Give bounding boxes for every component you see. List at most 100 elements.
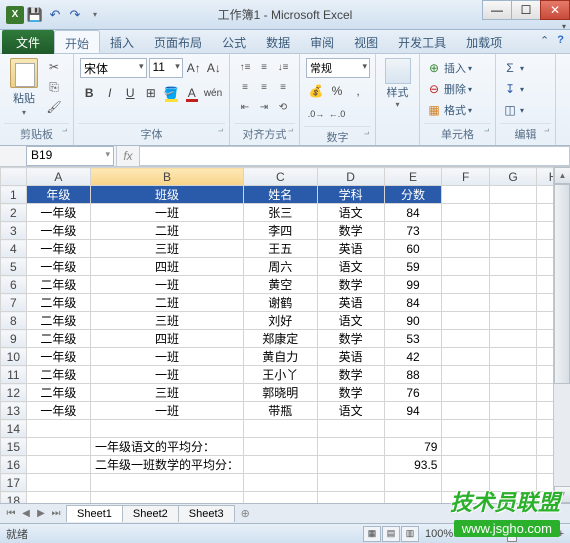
cell-E8[interactable]: 90 [384, 312, 442, 330]
sheet-tab-sheet1[interactable]: Sheet1 [66, 505, 123, 522]
row-header-5[interactable]: 5 [1, 258, 27, 276]
cell-G4[interactable] [489, 240, 536, 258]
cell-D9[interactable]: 数学 [317, 330, 384, 348]
qat-customize-icon[interactable]: ▾ [86, 6, 104, 24]
page-layout-icon[interactable]: ▤ [382, 526, 400, 542]
cell-F2[interactable] [442, 204, 489, 222]
col-header-E[interactable]: E [384, 168, 442, 186]
cell-G12[interactable] [489, 384, 536, 402]
row-header-8[interactable]: 8 [1, 312, 27, 330]
cell-F14[interactable] [442, 420, 489, 438]
cell-E1[interactable]: 分数 [384, 186, 442, 204]
col-header-B[interactable]: B [91, 168, 244, 186]
row-header-16[interactable]: 16 [1, 456, 27, 474]
cell-B17[interactable] [91, 474, 244, 492]
cell-C3[interactable]: 李四 [244, 222, 318, 240]
zoom-level[interactable]: 100% [425, 528, 453, 540]
row-header-13[interactable]: 13 [1, 402, 27, 420]
cell-D12[interactable]: 数学 [317, 384, 384, 402]
cell-E14[interactable] [384, 420, 442, 438]
cell-C2[interactable]: 张三 [244, 204, 318, 222]
cell-G16[interactable] [489, 456, 536, 474]
row-header-17[interactable]: 17 [1, 474, 27, 492]
cell-D4[interactable]: 英语 [317, 240, 384, 258]
cell-A17[interactable] [26, 474, 90, 492]
cell-D2[interactable]: 语文 [317, 204, 384, 222]
row-header-14[interactable]: 14 [1, 420, 27, 438]
cell-A4[interactable]: 一年级 [26, 240, 90, 258]
cell-C11[interactable]: 王小丫 [244, 366, 318, 384]
cell-G15[interactable] [489, 438, 536, 456]
increase-font-icon[interactable]: A↑ [185, 58, 203, 78]
underline-button[interactable]: U [121, 83, 140, 103]
scroll-up-icon[interactable]: ▲ [554, 167, 570, 184]
cell-F13[interactable] [442, 402, 489, 420]
cell-F6[interactable] [442, 276, 489, 294]
excel-icon[interactable]: X [6, 6, 24, 24]
cell-B16[interactable]: 二年级一班数学的平均分： [91, 456, 244, 474]
cell-A2[interactable]: 一年级 [26, 204, 90, 222]
cell-A14[interactable] [26, 420, 90, 438]
cell-D14[interactable] [317, 420, 384, 438]
ribbon-tab-4[interactable]: 数据 [256, 30, 300, 53]
format-painter-icon[interactable]: 🖌 [44, 98, 64, 116]
paste-button[interactable]: 粘贴 ▾ [6, 58, 42, 117]
sheet-first-icon[interactable]: ⏮ [4, 508, 18, 519]
cell-A1[interactable]: 年级 [26, 186, 90, 204]
cell-C14[interactable] [244, 420, 318, 438]
cell-G1[interactable] [489, 186, 536, 204]
ribbon-tab-3[interactable]: 公式 [212, 30, 256, 53]
cell-C16[interactable] [244, 456, 318, 474]
cell-E12[interactable]: 76 [384, 384, 442, 402]
cell-F10[interactable] [442, 348, 489, 366]
clear-button[interactable]: ◫▾ [502, 100, 524, 120]
cell-C8[interactable]: 刘好 [244, 312, 318, 330]
cell-E15[interactable]: 79 [384, 438, 442, 456]
cell-D1[interactable]: 学科 [317, 186, 384, 204]
ribbon-tab-1[interactable]: 插入 [100, 30, 144, 53]
bold-button[interactable]: B [80, 83, 99, 103]
save-icon[interactable]: 💾 [26, 6, 44, 24]
help-icon[interactable]: ? [557, 34, 564, 47]
cell-C17[interactable] [244, 474, 318, 492]
cell-F7[interactable] [442, 294, 489, 312]
cell-B13[interactable]: 一班 [91, 402, 244, 420]
row-header-1[interactable]: 1 [1, 186, 27, 204]
cell-A6[interactable]: 二年级 [26, 276, 90, 294]
cell-G9[interactable] [489, 330, 536, 348]
italic-button[interactable]: I [101, 83, 120, 103]
cell-B15[interactable]: 一年级语文的平均分： [91, 438, 244, 456]
cell-C10[interactable]: 黄自力 [244, 348, 318, 366]
cell-E5[interactable]: 59 [384, 258, 442, 276]
cell-A3[interactable]: 一年级 [26, 222, 90, 240]
number-format-combo[interactable]: 常规 [306, 58, 370, 78]
sheet-prev-icon[interactable]: ◀ [19, 508, 33, 519]
cell-C4[interactable]: 王五 [244, 240, 318, 258]
cell-D13[interactable]: 语文 [317, 402, 384, 420]
align-left-icon[interactable]: ≡ [236, 78, 254, 96]
cell-C15[interactable] [244, 438, 318, 456]
cell-C5[interactable]: 周六 [244, 258, 318, 276]
redo-icon[interactable]: ↷ [66, 6, 84, 24]
decrease-indent-icon[interactable]: ⇤ [236, 98, 254, 116]
undo-icon[interactable]: ↶ [46, 6, 64, 24]
font-name-combo[interactable]: 宋体 [80, 58, 147, 78]
row-header-9[interactable]: 9 [1, 330, 27, 348]
align-right-icon[interactable]: ≡ [274, 78, 292, 96]
cell-E16[interactable]: 93.5 [384, 456, 442, 474]
decrease-decimal-icon[interactable]: ←.0 [327, 104, 347, 124]
cell-E4[interactable]: 60 [384, 240, 442, 258]
align-top-icon[interactable]: ↑≡ [236, 58, 254, 76]
sheet-next-icon[interactable]: ▶ [34, 508, 48, 519]
fx-icon[interactable]: fx [116, 146, 140, 166]
cell-G13[interactable] [489, 402, 536, 420]
align-center-icon[interactable]: ≡ [255, 78, 273, 96]
align-bottom-icon[interactable]: ↓≡ [274, 58, 292, 76]
cell-A12[interactable]: 二年级 [26, 384, 90, 402]
formula-input[interactable] [140, 146, 570, 166]
cell-F11[interactable] [442, 366, 489, 384]
cell-F8[interactable] [442, 312, 489, 330]
cell-D7[interactable]: 英语 [317, 294, 384, 312]
page-break-icon[interactable]: ▥ [401, 526, 419, 542]
row-header-4[interactable]: 4 [1, 240, 27, 258]
